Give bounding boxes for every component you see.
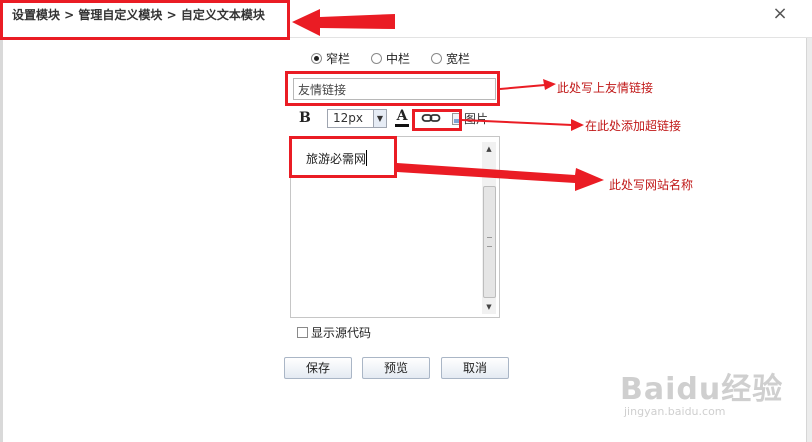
- arrow-to-link-note: [461, 119, 573, 126]
- annotation-note-site: 此处写网站名称: [609, 178, 694, 192]
- annotation-note-link: 在此处添加超链接: [585, 119, 682, 133]
- baidu-jingyan-watermark-logo: Baidu经验: [620, 372, 784, 407]
- arrow-to-breadcrumb: [292, 9, 395, 36]
- arrow-to-title-note: [499, 84, 546, 90]
- annotation-note-title: 此处写上友情链接: [557, 81, 654, 95]
- arrow-to-link-note-head: [571, 119, 584, 131]
- arrow-to-title-note-head: [543, 79, 556, 90]
- arrow-to-site-note: [397, 163, 604, 191]
- baidu-jingyan-watermark-url: jingyan.baidu.com: [624, 405, 726, 418]
